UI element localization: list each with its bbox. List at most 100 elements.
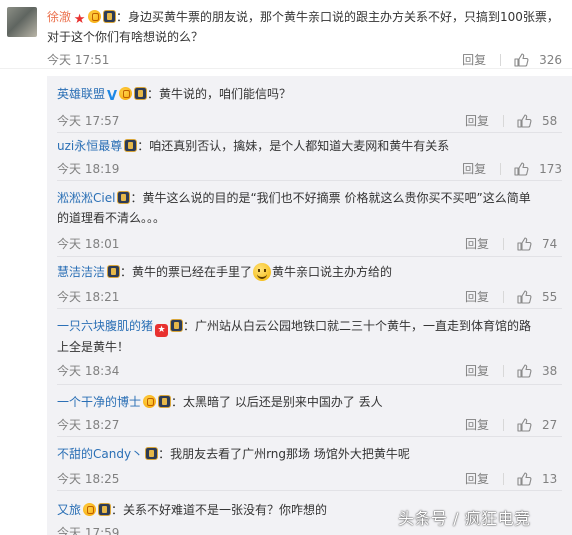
timestamp: 今天 18:21 bbox=[57, 290, 120, 304]
reply-text: 一个干净的博士 ：太黑暗了 以后还是别来中国办了 丢人 bbox=[57, 392, 542, 412]
row-divider bbox=[57, 256, 562, 257]
reply-text: uzi永恒最尊 ：咱还真别否认，擒妹，是个人都知道大麦网和黄牛有关系 bbox=[57, 136, 542, 156]
username[interactable]: 英雄联盟 bbox=[57, 87, 105, 101]
reply-button[interactable]: 回复 bbox=[465, 416, 489, 433]
divider bbox=[503, 364, 504, 377]
username[interactable]: 又旅 bbox=[57, 503, 81, 517]
main-comment: 徐澈 ★ ：身边买黄牛票的朋友说，那个黄牛亲口说的跟主办方关系不好，只搞到100张票… bbox=[0, 0, 572, 69]
reply-text: 慧洁洁洁 ：黄牛的票已经在手里了 黄牛亲口说主办方给的 bbox=[57, 262, 542, 282]
thumb-up-icon[interactable] bbox=[516, 471, 532, 487]
watermark: 头条号 / 疯狂电竞 bbox=[398, 509, 531, 528]
username[interactable]: 淞淞淞Ciel bbox=[57, 191, 115, 205]
thumb-up-icon[interactable] bbox=[516, 363, 532, 379]
game-badge-icon bbox=[117, 191, 131, 204]
game-badge-icon bbox=[158, 395, 172, 408]
divider bbox=[503, 114, 504, 127]
timestamp: 今天 18:25 bbox=[57, 472, 120, 486]
game-badge-icon bbox=[134, 87, 148, 100]
row-divider bbox=[57, 308, 562, 309]
reply-button[interactable]: 回复 bbox=[462, 160, 486, 177]
like-count: 326 bbox=[539, 52, 562, 67]
comment-actions: 回复 13 bbox=[465, 470, 562, 487]
timestamp: 今天 18:01 bbox=[57, 237, 120, 251]
divider bbox=[503, 472, 504, 485]
like-count: 173 bbox=[539, 161, 562, 176]
comment-text: ：身边买黄牛票的朋友说，那个黄牛亲口说的跟主办方关系不好，只搞到100张票，对于… bbox=[47, 10, 559, 44]
like-count: 38 bbox=[542, 363, 558, 378]
timestamp: 今天 17:57 bbox=[57, 114, 120, 128]
game-badge-icon bbox=[124, 139, 138, 152]
reply-item: 淞淞淞Ciel ：黄牛这么说的目的是“我们也不好摘票 价格就这么贵你买不买吧”这么… bbox=[47, 186, 572, 262]
comment-text: ：太黑暗了 以后还是别来中国办了 丢人 bbox=[171, 395, 383, 409]
thumb-up-icon[interactable] bbox=[516, 113, 532, 129]
divider bbox=[503, 290, 504, 303]
verified-v-icon: V bbox=[107, 89, 118, 104]
reply-button[interactable]: 回复 bbox=[465, 470, 489, 487]
thumb-up-icon[interactable] bbox=[513, 52, 529, 68]
username[interactable]: 不甜的Candy丶 bbox=[57, 447, 143, 461]
reply-button[interactable]: 回复 bbox=[465, 288, 489, 305]
row-divider bbox=[57, 384, 562, 385]
row-divider bbox=[57, 132, 562, 133]
reply-text: 淞淞淞Ciel ：黄牛这么说的目的是“我们也不好摘票 价格就这么贵你买不买吧”这么… bbox=[57, 188, 542, 228]
reply-item: 慧洁洁洁 ：黄牛的票已经在手里了 黄牛亲口说主办方给的 今天 18:21 回复 55 bbox=[47, 260, 572, 314]
crown-badge-icon bbox=[143, 395, 157, 408]
comment-text-continued: 黄牛亲口说主办方给的 bbox=[272, 265, 393, 279]
game-badge-icon bbox=[145, 447, 159, 460]
thumb-up-icon[interactable] bbox=[516, 289, 532, 305]
username[interactable]: 徐澈 bbox=[47, 10, 71, 24]
reply-item: 一个干净的博士 ：太黑暗了 以后还是别来中国办了 丢人 今天 18:27 回复 2… bbox=[47, 390, 572, 444]
reply-text: 英雄联盟 V ：黄牛说的，咱们能信吗？ bbox=[57, 84, 542, 104]
comment-actions: 回复 55 bbox=[465, 288, 562, 305]
game-badge-icon bbox=[103, 10, 117, 23]
reply-item: 一只六块腹肌的猪 ★ ：广州站从白云公园地铁口就二三十个黄牛，一直走到体育馆的路上全… bbox=[47, 314, 572, 390]
flame-badge-icon: ★ bbox=[155, 324, 169, 337]
reply-button[interactable]: 回复 bbox=[462, 51, 486, 68]
like-count: 27 bbox=[542, 417, 558, 432]
crown-badge-icon bbox=[119, 87, 133, 100]
divider bbox=[500, 53, 502, 66]
crown-badge-icon bbox=[83, 503, 97, 516]
comment-actions: 回复 58 bbox=[465, 112, 562, 129]
username[interactable]: 一个干净的博士 bbox=[57, 395, 141, 409]
comment-actions: 回复 74 bbox=[465, 235, 562, 252]
comment-actions: 回复 326 bbox=[462, 51, 562, 68]
avatar[interactable] bbox=[7, 7, 37, 37]
comment-text: ：咱还真别否认，擒妹，是个人都知道大麦网和黄牛有关系 bbox=[137, 139, 450, 153]
thumb-up-icon[interactable] bbox=[516, 236, 532, 252]
timestamp: 今天 18:34 bbox=[57, 364, 120, 378]
smiley-emoji-icon bbox=[253, 263, 272, 281]
reply-button[interactable]: 回复 bbox=[465, 362, 489, 379]
crown-badge-icon bbox=[88, 10, 102, 23]
divider bbox=[503, 418, 504, 431]
row-divider bbox=[57, 490, 562, 491]
reply-item: 英雄联盟 V ：黄牛说的，咱们能信吗？ 今天 17:57 回复 58 bbox=[47, 82, 572, 136]
timestamp: 今天 17:59 bbox=[57, 526, 120, 535]
like-count: 58 bbox=[542, 113, 558, 128]
comment-text: ：黄牛说的，咱们能信吗？ bbox=[147, 87, 292, 101]
like-count: 55 bbox=[542, 289, 558, 304]
username[interactable]: 一只六块腹肌的猪 bbox=[57, 319, 153, 333]
thumb-up-icon[interactable] bbox=[513, 161, 529, 177]
timestamp: 今天 18:27 bbox=[57, 418, 120, 432]
username[interactable]: uzi永恒最尊 bbox=[57, 139, 122, 153]
comment-actions: 回复 27 bbox=[465, 416, 562, 433]
comment-text: ：黄牛的票已经在手里了 bbox=[120, 265, 253, 279]
row-divider bbox=[57, 436, 562, 437]
reply-text: 一只六块腹肌的猪 ★ ：广州站从白云公园地铁口就二三十个黄牛，一直走到体育馆的路上全… bbox=[57, 316, 542, 357]
star-badge-icon: ★ bbox=[73, 12, 86, 27]
comment-text: ：我朋友去看了广州rng那场 场馆外大把黄牛呢 bbox=[158, 447, 410, 461]
reply-item: 不甜的Candy丶 ：我朋友去看了广州rng那场 场馆外大把黄牛呢 今天 18:2… bbox=[47, 442, 572, 496]
game-badge-icon bbox=[170, 319, 184, 332]
comment-actions: 回复 173 bbox=[462, 160, 562, 177]
game-badge-icon bbox=[98, 503, 112, 516]
like-count: 13 bbox=[542, 471, 558, 486]
reply-button[interactable]: 回复 bbox=[465, 235, 489, 252]
thumb-up-icon[interactable] bbox=[516, 417, 532, 433]
game-badge-icon bbox=[107, 265, 121, 278]
reply-button[interactable]: 回复 bbox=[465, 112, 489, 129]
reply-text: 不甜的Candy丶 ：我朋友去看了广州rng那场 场馆外大把黄牛呢 bbox=[57, 444, 542, 464]
username[interactable]: 慧洁洁洁 bbox=[57, 265, 105, 279]
like-count: 74 bbox=[542, 236, 558, 251]
divider bbox=[500, 162, 502, 175]
